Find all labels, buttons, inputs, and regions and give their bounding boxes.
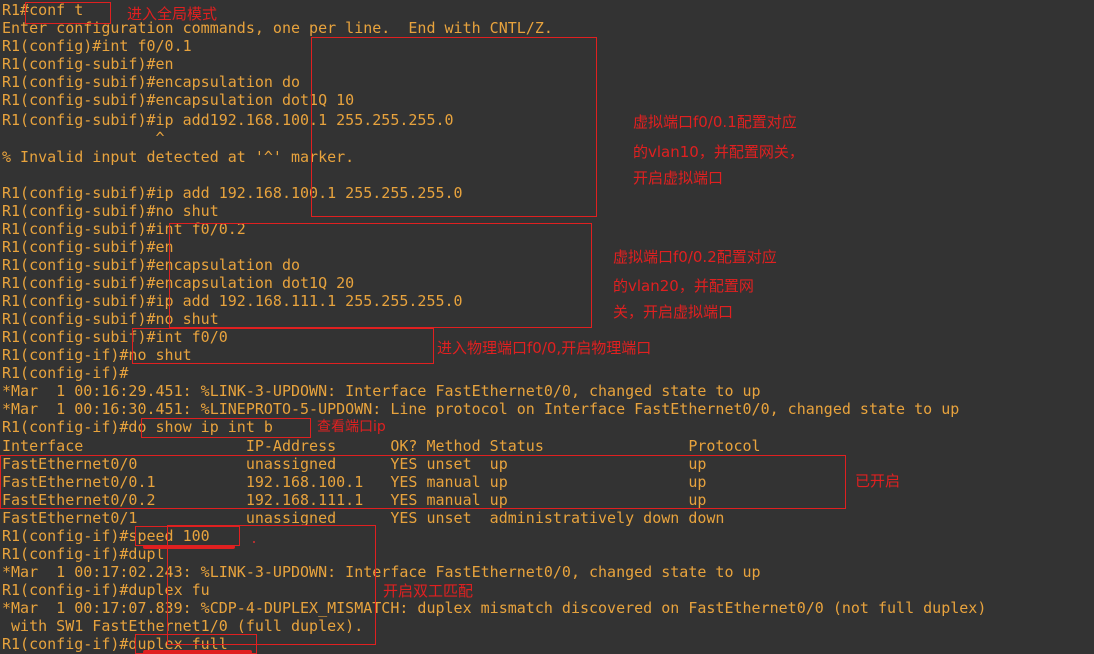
terminal-line: Enter configuration commands, one per li… [2, 19, 553, 37]
terminal-line: *Mar 1 00:17:02.243: %LINK-3-UPDOWN: Int… [2, 563, 761, 581]
terminal-line: *Mar 1 00:17:07.839: %CDP-4-DUPLEX_MISMA… [2, 599, 987, 617]
annotation-subif2-line3: 关，开启虚拟端口 [613, 303, 734, 321]
terminal-line: FastEthernet0/1 unassigned YES unset adm… [2, 509, 725, 527]
annotation-physical-port: 进入物理端口f0/0,开启物理端口 [437, 339, 652, 357]
annotation-subif2-line2: 的vlan20，并配置网 [613, 277, 754, 295]
terminal-line: R1(config-if)#no shut [2, 346, 192, 364]
terminal-line: FastEthernet0/0.1 192.168.100.1 YES manu… [2, 473, 707, 491]
terminal-line: FastEthernet0/0.2 192.168.111.1 YES manu… [2, 491, 707, 509]
annotation-show-ip: 查看端口ip [317, 419, 386, 435]
terminal-line: ^ [2, 129, 165, 147]
terminal-line: *Mar 1 00:16:29.451: %LINK-3-UPDOWN: Int… [2, 382, 761, 400]
terminal-line: R1(config-subif)#en [2, 238, 174, 256]
annotation-subif2-line1: 虚拟端口f0/0.2配置对应 [613, 248, 777, 266]
terminal-line: R1(config)#int f0/0.1 [2, 37, 192, 55]
terminal-line: R1(config-subif)#int f0/0 [2, 328, 228, 346]
annotation-duplex-match: 开启双工匹配 [383, 582, 474, 600]
terminal-line: R1(config-subif)#en [2, 55, 174, 73]
annotation-subif1-line1: 虚拟端口f0/0.1配置对应 [633, 113, 797, 131]
terminal-line: R1(config-subif)#encapsulation dot1Q 20 [2, 274, 355, 292]
terminal-output: R1#conf t Enter configuration commands, … [0, 0, 1094, 654]
terminal-line: R1#conf t [2, 1, 84, 19]
terminal-line: R1(config-subif)#no shut [2, 310, 219, 328]
annotation-subif1-line3: 开启虚拟端口 [633, 169, 724, 187]
terminal-line: FastEthernet0/0 unassigned YES unset up … [2, 455, 707, 473]
underline-speed-100 [143, 545, 235, 549]
terminal-line: R1(config-if)#dupl [2, 545, 165, 563]
annotation-subif1-line2: 的vlan10，并配置网关， [633, 143, 804, 161]
terminal-line: R1(config-subif)#encapsulation do [2, 256, 301, 274]
terminal-screenshot: R1#conf t Enter configuration commands, … [0, 0, 1094, 654]
terminal-line: R1(config-subif)#int f0/0.2 [2, 220, 246, 238]
annotation-enter-global-mode: 进入全局模式 [127, 5, 218, 23]
terminal-line: *Mar 1 00:16:30.451: %LINEPROTO-5-UPDOWN… [2, 400, 960, 418]
terminal-line: R1(config-if)#do show ip int b [2, 418, 273, 436]
terminal-line: R1(config-if)#speed 100 [2, 527, 210, 545]
terminal-line: R1(config-subif)#ip add192.168.100.1 255… [2, 111, 454, 129]
terminal-line: R1(config-subif)#no shut [2, 202, 219, 220]
terminal-line: with SW1 FastEthernet1/0 (full duplex). [2, 617, 364, 635]
annotation-already-up: 已开启 [855, 472, 901, 490]
terminal-line: R1(config-subif)#encapsulation dot1Q 10 [2, 91, 355, 109]
terminal-line: Interface IP-Address OK? Method Status P… [2, 437, 761, 455]
terminal-line: R1(config-if)#duplex fu [2, 581, 210, 599]
terminal-line: R1(config-subif)#encapsulation do [2, 73, 301, 91]
terminal-line: R1(config-subif)#ip add 192.168.100.1 25… [2, 184, 463, 202]
underline-duplex-full [143, 650, 252, 654]
stray-dot-mark [253, 541, 255, 543]
terminal-line: R1(config-subif)#ip add 192.168.111.1 25… [2, 292, 463, 310]
terminal-line: R1(config-if)# [2, 364, 129, 382]
terminal-line: % Invalid input detected at '^' marker. [2, 148, 355, 166]
